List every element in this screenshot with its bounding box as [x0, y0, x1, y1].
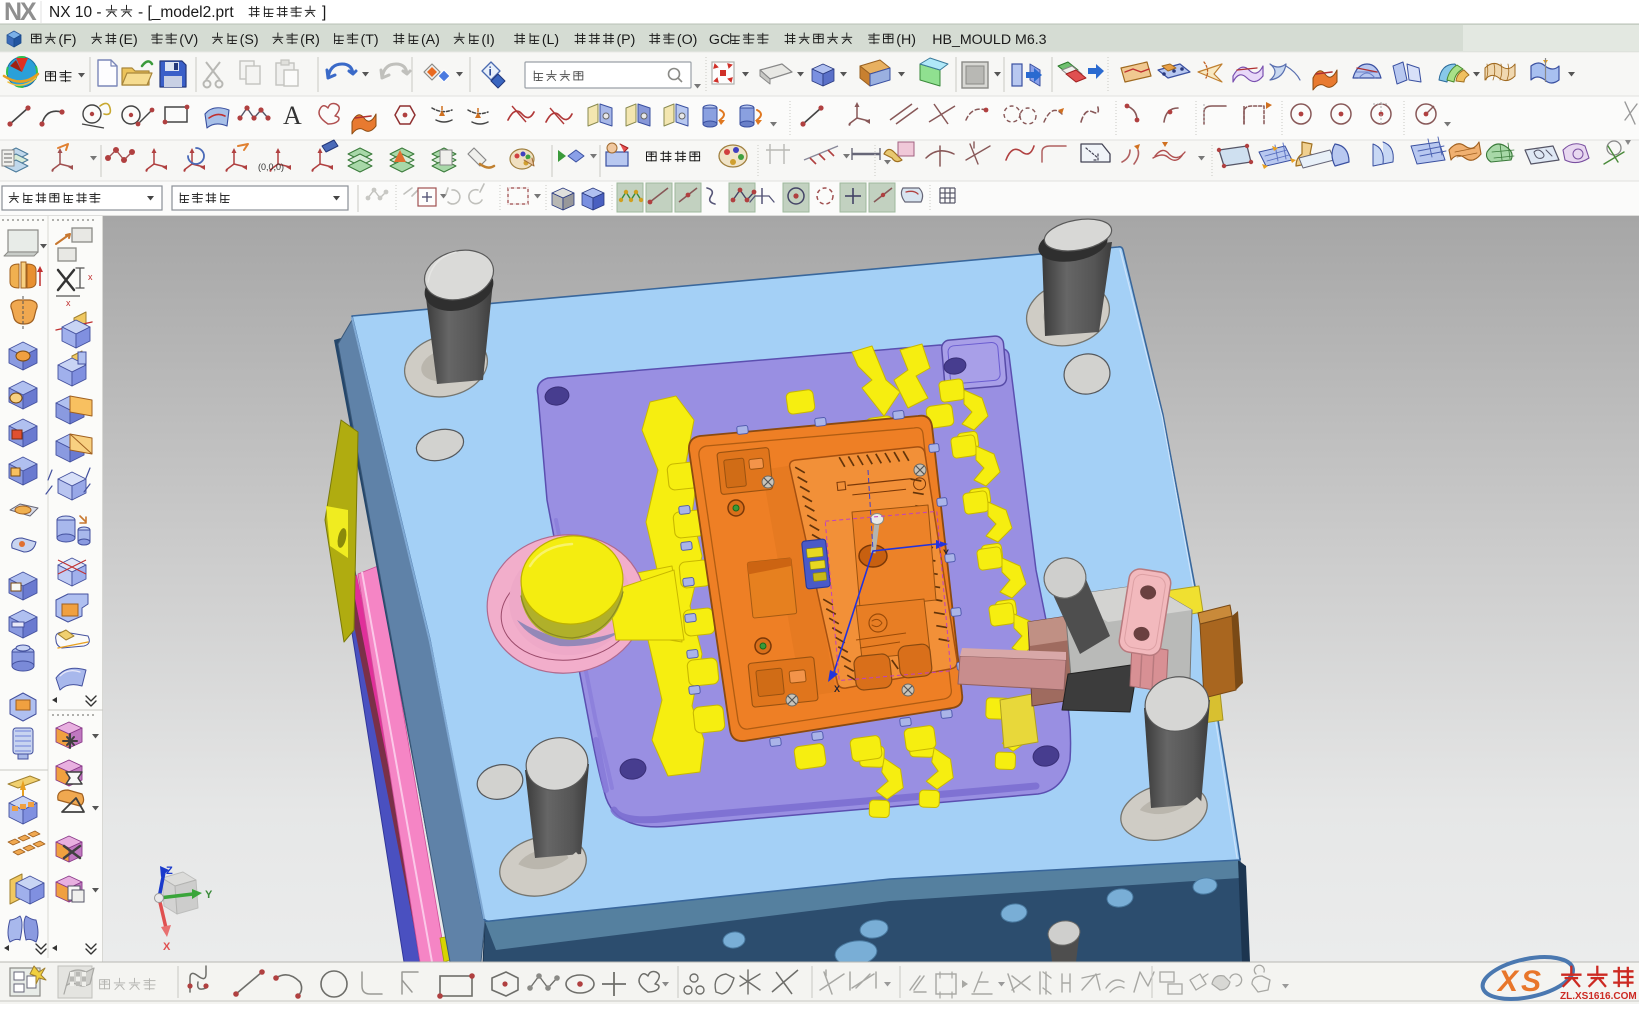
svg-text:(T): (T) — [361, 32, 379, 48]
svg-text:]: ] — [322, 4, 326, 21]
svg-text:x: x — [66, 298, 71, 308]
svg-text:Y: Y — [205, 889, 213, 901]
svg-text:(L): (L) — [542, 32, 559, 48]
svg-text:S: S — [1521, 965, 1541, 998]
svg-text:i: i — [489, 65, 492, 79]
svg-text:(R): (R) — [300, 32, 320, 48]
svg-text:X: X — [834, 684, 840, 694]
svg-text:(0,0,0): (0,0,0) — [258, 162, 284, 172]
svg-text:(O): (O) — [677, 32, 698, 48]
svg-text:(V): (V) — [179, 32, 198, 48]
svg-text:Z: Z — [166, 865, 173, 877]
svg-text:(A): (A) — [421, 32, 440, 48]
svg-text:GC: GC — [709, 32, 730, 48]
svg-text:(F): (F) — [58, 32, 76, 48]
svg-text:(I): (I) — [481, 32, 494, 48]
svg-text:ZL.XS1616.COM: ZL.XS1616.COM — [1560, 991, 1637, 1002]
svg-text:(E): (E) — [119, 32, 138, 48]
svg-text:- [_model2.prt: - [_model2.prt — [138, 4, 234, 21]
svg-text:(H): (H) — [896, 32, 916, 48]
svg-text:(P): (P) — [616, 32, 635, 48]
svg-text:X: X — [20, 0, 37, 26]
svg-text:HB_MOULD M6.3: HB_MOULD M6.3 — [932, 32, 1046, 48]
svg-text:(S): (S) — [240, 32, 259, 48]
svg-text:x: x — [88, 272, 93, 282]
svg-text:A: A — [283, 101, 302, 130]
svg-text:X: X — [1496, 965, 1520, 998]
svg-text:NX 10 -: NX 10 - — [49, 4, 102, 21]
svg-text:X: X — [163, 941, 171, 953]
